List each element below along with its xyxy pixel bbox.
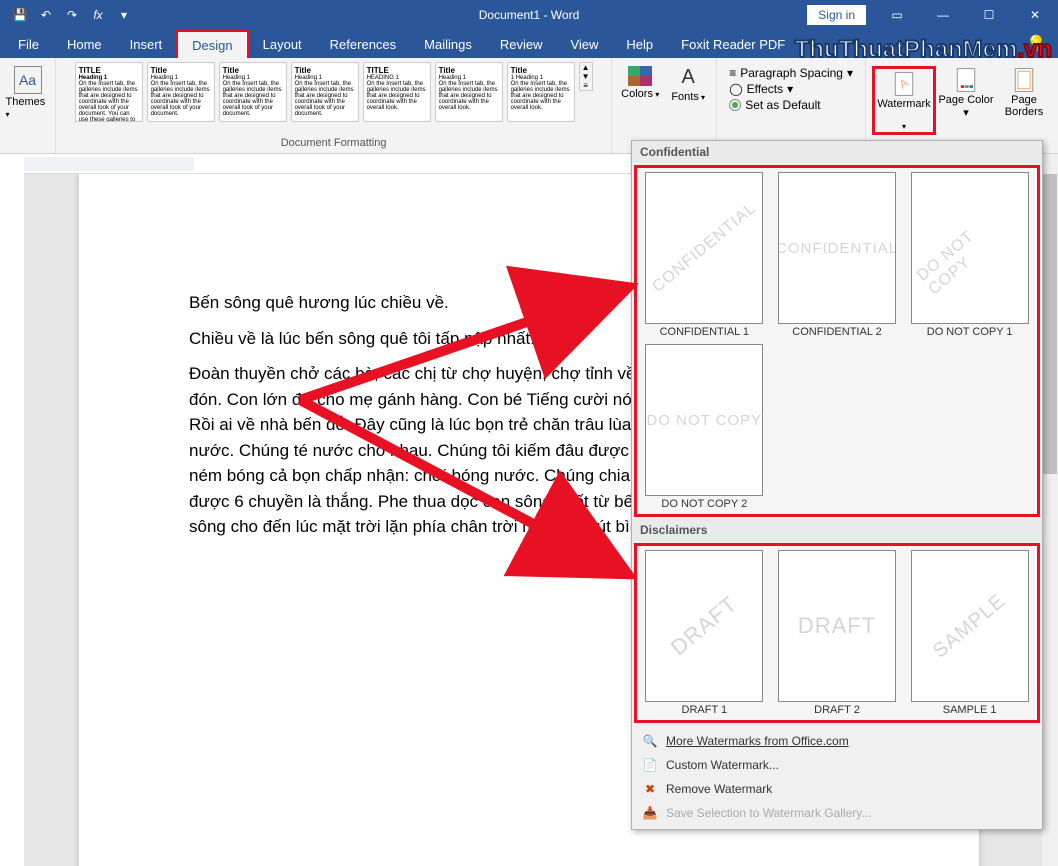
paragraph-spacing-button[interactable]: ≡ Paragraph Spacing ▾ [729, 66, 853, 80]
themes-icon: Aa [14, 66, 42, 94]
style-thumb[interactable]: TITLEHEADING 1On the Insert tab, the gal… [363, 62, 431, 122]
wm-item-draft-2[interactable]: DRAFT DRAFT 2 [774, 550, 901, 716]
fonts-button[interactable]: A Fonts [666, 62, 710, 103]
save-icon[interactable]: 💾 [8, 3, 32, 27]
colors-icon [628, 66, 652, 86]
wm-disclaimers-section: DRAFT DRAFT 1 DRAFT DRAFT 2 SAMPLE SAMPL… [634, 543, 1040, 723]
office-icon: 🔍 [642, 733, 658, 749]
page-color-icon [952, 66, 980, 94]
vertical-ruler[interactable] [0, 176, 24, 866]
vertical-scrollbar[interactable] [1042, 154, 1058, 866]
style-thumb[interactable]: TITLEHeading 1On the Insert tab, the gal… [75, 62, 143, 122]
custom-wm-icon: 📄 [642, 757, 658, 773]
tab-foxit[interactable]: Foxit Reader PDF [667, 30, 799, 58]
maximize-icon[interactable]: ☐ [966, 0, 1012, 30]
redo-icon[interactable]: ↷ [60, 3, 84, 27]
gallery-more-icon[interactable]: ≡ [580, 81, 592, 90]
wm-item-confidential-1[interactable]: CONFIDENTIAL CONFIDENTIAL 1 [641, 172, 768, 338]
colors-label: Colors [621, 88, 659, 100]
document-formatting-group: TITLEHeading 1On the Insert tab, the gal… [56, 58, 612, 153]
fx-icon[interactable]: fx [86, 3, 110, 27]
themes-label: Themes [6, 96, 50, 120]
page-borders-button[interactable]: Page Borders [996, 66, 1052, 135]
style-thumb[interactable]: TitleHeading 1On the Insert tab, the gal… [291, 62, 359, 122]
wm-item-donotcopy-2[interactable]: DO NOT COPY DO NOT COPY 2 [641, 344, 768, 510]
themes-button[interactable]: Aa Themes [4, 62, 52, 124]
close-icon[interactable]: ✕ [1012, 0, 1058, 30]
save-selection-icon: 📥 [642, 805, 658, 821]
tab-design[interactable]: Design [176, 30, 248, 58]
wm-item-draft-1[interactable]: DRAFT DRAFT 1 [641, 550, 768, 716]
quick-access-toolbar: 💾 ↶ ↷ fx ▾ [0, 3, 144, 27]
gallery-up-icon[interactable]: ▲ [580, 63, 592, 72]
tab-review[interactable]: Review [486, 30, 557, 58]
tab-file[interactable]: File [4, 30, 53, 58]
tab-mailings[interactable]: Mailings [410, 30, 486, 58]
minimize-icon[interactable]: — [920, 0, 966, 30]
effects-button[interactable]: ◯ Effects ▾ [729, 82, 853, 96]
wm-item-sample-1[interactable]: SAMPLE SAMPLE 1 [906, 550, 1033, 716]
remove-wm-icon: ✖ [642, 781, 658, 797]
style-gallery[interactable]: TITLEHeading 1On the Insert tab, the gal… [75, 62, 593, 135]
wm-section-header: Disclaimers [632, 519, 1042, 541]
style-thumb[interactable]: TitleHeading 1On the Insert tab, the gal… [435, 62, 503, 122]
save-selection-button: 📥 Save Selection to Watermark Gallery... [632, 801, 1042, 825]
site-watermark: ThuThuatPhanMem.vn [795, 36, 1052, 64]
scrollbar-thumb[interactable] [1043, 174, 1057, 474]
tab-home[interactable]: Home [53, 30, 116, 58]
tab-references[interactable]: References [316, 30, 410, 58]
window-title: Document1 - Word [479, 8, 579, 22]
wm-confidential-section: CONFIDENTIAL CONFIDENTIAL 1 CONFIDENTIAL… [634, 165, 1040, 517]
watermark-icon: A [890, 70, 918, 98]
watermark-button-highlight: A Watermark▾ [872, 66, 936, 135]
wm-menu: 🔍 More Watermarks from Office.com 📄 Cust… [632, 725, 1042, 829]
fonts-icon: A [682, 66, 695, 89]
title-bar: 💾 ↶ ↷ fx ▾ Document1 - Word Sign in ▭ — … [0, 0, 1058, 30]
style-thumb[interactable]: Title1 Heading 1On the Insert tab, the g… [507, 62, 575, 122]
page-color-button[interactable]: Page Color ▾ [938, 66, 994, 135]
effects-icon: ◯ [729, 82, 742, 96]
sign-in-button[interactable]: Sign in [807, 5, 866, 25]
undo-icon[interactable]: ↶ [34, 3, 58, 27]
tab-layout[interactable]: Layout [249, 30, 316, 58]
page-borders-icon [1010, 66, 1038, 94]
remove-watermark-button[interactable]: ✖ Remove Watermark [632, 777, 1042, 801]
qat-dropdown-icon[interactable]: ▾ [112, 3, 136, 27]
watermark-button[interactable]: A Watermark▾ [876, 70, 932, 131]
wm-item-confidential-2[interactable]: CONFIDENTIAL CONFIDENTIAL 2 [774, 172, 901, 338]
wm-item-donotcopy-1[interactable]: DO NOT COPY DO NOT COPY 1 [906, 172, 1033, 338]
set-default-button[interactable]: Set as Default [729, 98, 853, 112]
check-icon [729, 99, 741, 111]
gallery-down-icon[interactable]: ▼ [580, 72, 592, 81]
fonts-label: Fonts [671, 91, 705, 103]
style-thumb[interactable]: TitleHeading 1On the Insert tab, the gal… [147, 62, 215, 122]
more-watermarks-button[interactable]: 🔍 More Watermarks from Office.com [632, 729, 1042, 753]
wm-section-header: Confidential [632, 141, 1042, 163]
ribbon-options-icon[interactable]: ▭ [874, 0, 920, 30]
tab-view[interactable]: View [556, 30, 612, 58]
style-thumb[interactable]: TitleHeading 1On the Insert tab, the gal… [219, 62, 287, 122]
custom-watermark-button[interactable]: 📄 Custom Watermark... [632, 753, 1042, 777]
group-label: Document Formatting [281, 137, 387, 149]
paragraph-spacing-icon: ≡ [729, 66, 736, 80]
watermark-dropdown: Confidential CONFIDENTIAL CONFIDENTIAL 1… [631, 140, 1043, 830]
colors-button[interactable]: Colors [618, 62, 662, 100]
doc-format-right: ≡ Paragraph Spacing ▾ ◯ Effects ▾ Set as… [723, 62, 859, 116]
tab-insert[interactable]: Insert [116, 30, 177, 58]
tab-help[interactable]: Help [612, 30, 667, 58]
